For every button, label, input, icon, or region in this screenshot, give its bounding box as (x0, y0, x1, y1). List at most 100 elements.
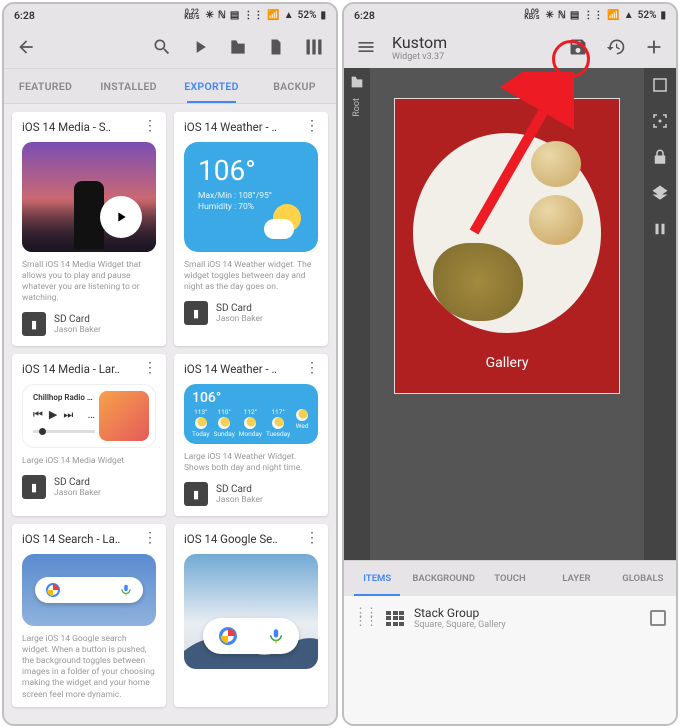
add-icon[interactable] (642, 35, 666, 59)
screen-kustom-editor: 6:28 0.09KB/s ✳ℕ▤⋮⋮📶▲ 52%▮ Kustom Widget… (342, 2, 678, 726)
card-title: iOS 14 Media - S‥ (22, 120, 139, 134)
screen-widget-list: 6:28 0.22KB/s ✳ℕ▤⋮⋮📶▲ 52%▮ FEATURED INST… (2, 2, 338, 726)
card-preview (184, 554, 318, 669)
google-logo-icon (45, 582, 61, 598)
pause-icon[interactable] (651, 220, 669, 238)
tab-background[interactable]: BACKGROUND (410, 561, 476, 596)
card-preview: 106° Max/Min : 108°/95°Humidity : 70% (184, 142, 318, 252)
canvas[interactable]: Gallery (370, 68, 644, 560)
stack-group-icon (386, 611, 404, 626)
card-title: iOS 14 Google Se‥ (184, 532, 301, 546)
widget-grid[interactable]: iOS 14 Media - S‥⋮ Small iOS 14 Media Wi… (4, 104, 336, 724)
card-title: iOS 14 Media - Lar‥ (22, 362, 139, 376)
status-time: 6:28 (14, 9, 35, 22)
temperature: 106° (192, 390, 310, 406)
more-icon[interactable]: ⋮ (139, 536, 160, 542)
card-preview (22, 142, 156, 252)
checkbox[interactable] (650, 610, 666, 626)
widget-card-media-large[interactable]: iOS 14 Media - Lar‥⋮ Chillhop Radio … ⏮▶… (12, 354, 166, 516)
card-desc: Small iOS 14 Media Widget that allows yo… (12, 252, 166, 310)
menu-icon[interactable] (354, 35, 378, 59)
right-rail (644, 68, 676, 560)
items-list: ⋮⋮⋮⋮ Stack Group Square, Square, Gallery (344, 596, 676, 724)
card-preview (22, 554, 156, 626)
mic-icon (119, 583, 133, 597)
more-icon[interactable]: ⋮ (301, 536, 322, 542)
editor-tabs: ITEMS BACKGROUND TOUCH LAYER GLOBALS (344, 560, 676, 596)
more-icon[interactable]: ⋮ (139, 366, 160, 372)
file-icon[interactable] (264, 35, 288, 59)
weather-sun-icon (264, 202, 304, 242)
gallery-label: Gallery (486, 355, 529, 371)
grid-icon[interactable] (302, 35, 326, 59)
history-icon[interactable] (604, 35, 628, 59)
tab-touch[interactable]: TOUCH (477, 561, 543, 596)
item-title: Stack Group (414, 606, 506, 620)
item-subtitle: Square, Square, Gallery (414, 620, 506, 630)
widget-card-weather-large[interactable]: iOS 14 Weather - ‥⋮ 106° 113°Today 110°S… (174, 354, 328, 516)
play-store-icon[interactable] (188, 35, 212, 59)
card-desc: Large iOS 14 Weather Widget. Shows both … (174, 444, 328, 480)
root-label[interactable]: Root (352, 98, 362, 117)
status-bar: 6:28 0.09KB/s ✳ℕ▤⋮⋮📶▲ 52%▮ (344, 4, 676, 26)
editor-canvas-area: Root Gallery (344, 68, 676, 560)
layers-icon[interactable] (651, 184, 669, 202)
folder-icon[interactable] (226, 35, 250, 59)
focus-icon[interactable] (651, 112, 669, 130)
track-name: Chillhop Radio … (33, 393, 95, 402)
left-rail: Root (344, 68, 370, 560)
lock-icon[interactable] (651, 148, 669, 166)
tabs-row: FEATURED INSTALLED EXPORTED BACKUP (4, 68, 336, 104)
square-icon[interactable] (651, 76, 669, 94)
header-bar: Kustom Widget v3.37 (344, 26, 676, 68)
widget-card-google-search[interactable]: iOS 14 Google Se‥⋮ (174, 524, 328, 706)
drag-handle-icon[interactable]: ⋮⋮⋮⋮ (354, 610, 376, 626)
status-icons: 0.22KB/s ✳ℕ▤⋮⋮📶▲ 52%▮ (184, 10, 326, 21)
sd-card-icon: ▮ (184, 301, 208, 325)
widget-frame[interactable]: Gallery (394, 98, 620, 394)
media-controls: ⏮▶⏭… (33, 408, 95, 422)
folder-icon[interactable] (349, 74, 365, 90)
play-icon[interactable] (100, 196, 142, 238)
card-desc: Small iOS 14 Weather widget. The widget … (174, 252, 328, 299)
tab-globals[interactable]: GLOBALS (610, 561, 676, 596)
card-title: iOS 14 Search - La‥ (22, 532, 139, 546)
item-row[interactable]: ⋮⋮⋮⋮ Stack Group Square, Square, Gallery (354, 606, 666, 630)
card-desc: Large iOS 14 Google search widget. When … (12, 626, 166, 706)
sd-card-icon: ▮ (184, 482, 208, 506)
album-art (99, 391, 149, 441)
sd-card-icon: ▮ (22, 312, 46, 336)
search-pill (203, 618, 300, 654)
back-icon[interactable] (14, 35, 38, 59)
tab-layer[interactable]: LAYER (543, 561, 609, 596)
card-preview: Chillhop Radio … ⏮▶⏭… (22, 384, 156, 448)
app-title: Kustom Widget v3.37 (392, 33, 552, 62)
card-desc: Large iOS 14 Media Widget (12, 448, 166, 473)
google-logo-icon (217, 625, 239, 647)
tab-items[interactable]: ITEMS (344, 561, 410, 596)
sd-card-icon: ▮ (22, 475, 46, 499)
save-icon[interactable] (566, 35, 590, 59)
search-pill (35, 577, 142, 603)
more-icon[interactable]: ⋮ (139, 124, 160, 130)
gallery-photo (403, 107, 611, 341)
card-preview: 106° 113°Today 110°Sunday 112°Monday 117… (184, 384, 318, 444)
more-icon[interactable]: ⋮ (301, 124, 322, 130)
mic-icon (267, 627, 285, 645)
header-bar (4, 26, 336, 68)
temperature: 106° (198, 154, 304, 187)
tab-installed[interactable]: INSTALLED (87, 69, 170, 103)
widget-card-search-large[interactable]: iOS 14 Search - La‥⋮ Large iOS 14 Google… (12, 524, 166, 706)
tab-featured[interactable]: FEATURED (4, 69, 87, 103)
status-time: 6:28 (354, 9, 375, 22)
status-bar: 6:28 0.22KB/s ✳ℕ▤⋮⋮📶▲ 52%▮ (4, 4, 336, 26)
tab-exported[interactable]: EXPORTED (170, 69, 253, 103)
card-footer: ▮ SD CardJason Baker (12, 310, 166, 346)
card-title: iOS 14 Weather - ‥ (184, 362, 301, 376)
widget-card-media-small[interactable]: iOS 14 Media - S‥⋮ Small iOS 14 Media Wi… (12, 112, 166, 346)
more-icon[interactable]: ⋮ (301, 366, 322, 372)
widget-card-weather-small[interactable]: iOS 14 Weather - ‥⋮ 106° Max/Min : 108°/… (174, 112, 328, 346)
card-title: iOS 14 Weather - ‥ (184, 120, 301, 134)
search-icon[interactable] (150, 35, 174, 59)
tab-backup[interactable]: BACKUP (253, 69, 336, 103)
